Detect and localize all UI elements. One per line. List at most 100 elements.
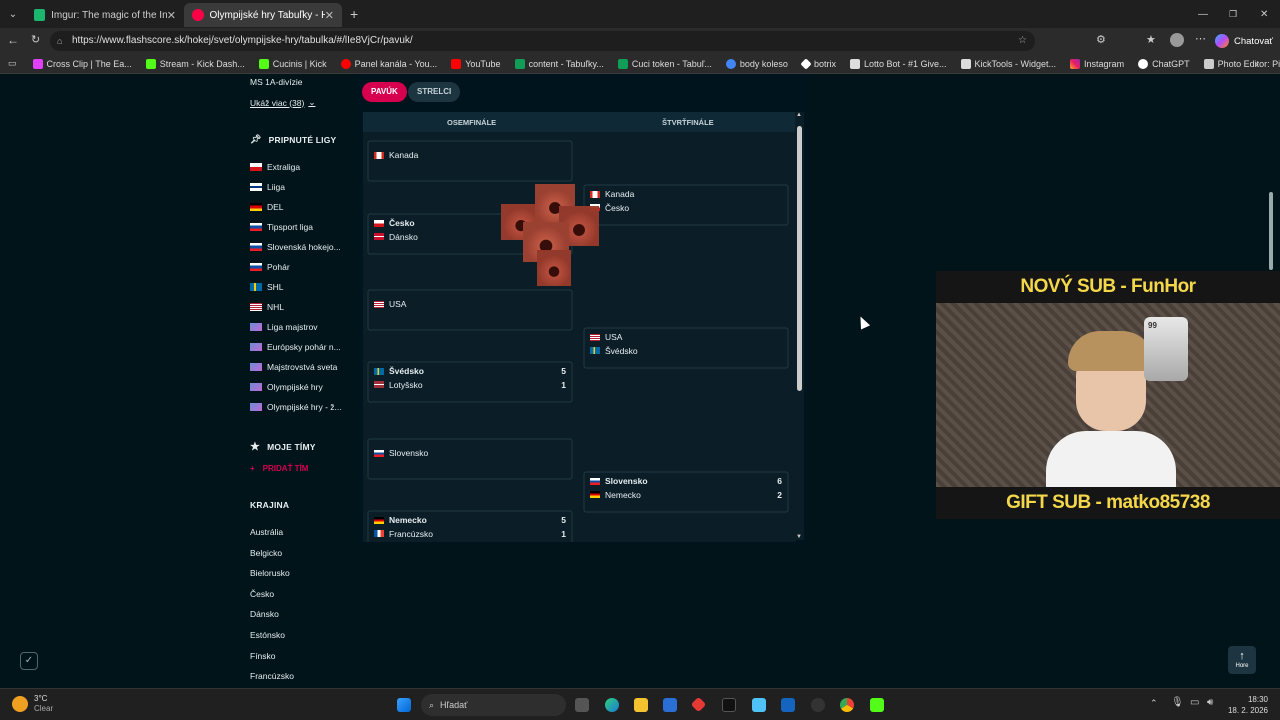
network-icon[interactable]: ▭ (1190, 697, 1199, 708)
new-tab-icon[interactable]: + (350, 6, 358, 22)
sidebar-item-league[interactable]: Olympijské hry - ž... (250, 402, 342, 412)
microphone-icon[interactable]: 🎙︎ (1171, 697, 1184, 708)
youtube-icon (340, 58, 351, 69)
back-to-top-button[interactable]: ↑ Hore (1228, 646, 1256, 674)
sidebar-item-league[interactable]: SHL (250, 282, 284, 292)
bookmark-item[interactable]: Instagram (1070, 58, 1124, 69)
url-field[interactable]: ⌂ https://www.flashscore.sk/hokej/svet/o… (50, 31, 1035, 51)
sidebar-item-league[interactable]: Liiga (250, 182, 285, 192)
bookmark-item[interactable]: YouTube (451, 58, 501, 69)
close-tab-icon[interactable]: ✕ (325, 9, 334, 22)
reload-icon[interactable]: ↻ (31, 33, 40, 46)
scroll-up-icon[interactable]: ▲ (796, 112, 802, 118)
sidebar-item-league[interactable]: DEL (250, 202, 284, 212)
bookmark-item[interactable]: ChatGPT (1138, 58, 1190, 69)
bracket-match[interactable]: USA Švédsko (584, 328, 788, 368)
taskbar-search[interactable]: ⌕ Hľadať (421, 694, 566, 716)
show-more-link[interactable]: Ukáž viac (38) ⌄ (250, 97, 315, 108)
bracket-match[interactable]: Slovensko (368, 439, 572, 479)
clock[interactable]: 18:30 18. 2. 2026 (1222, 694, 1268, 716)
tab-scorers[interactable]: STRELCI (408, 82, 461, 102)
team-score: 5 (561, 515, 566, 525)
sidebar-item-league[interactable]: Európsky pohár n... (250, 342, 341, 352)
extensions-icon[interactable]: ⚙ (1096, 33, 1106, 46)
bracket-match[interactable]: Švédsko 5 Lotyšsko 1 (368, 362, 572, 402)
sidebar-item-ms1a[interactable]: MS 1A-divízie (250, 77, 302, 87)
sidebar-item-country[interactable]: Česko (250, 589, 274, 599)
scroll-down-icon[interactable]: ▼ (796, 534, 802, 540)
bracket-match[interactable]: USA (368, 290, 572, 330)
file-explorer-icon[interactable] (634, 698, 648, 712)
sidebar-item-league[interactable]: NHL (250, 302, 284, 312)
sidebar-item-country[interactable]: Francúzsko (250, 671, 294, 681)
sidebar-item-country[interactable]: Belgicko (250, 548, 282, 558)
bookmark-item[interactable]: Panel kanála - You... (340, 58, 437, 69)
tiktok-icon[interactable] (722, 698, 736, 712)
bookmark-item[interactable]: Cross Clip | The Ea... (32, 58, 132, 69)
sidebar-item-country[interactable]: Dánsko (250, 609, 279, 619)
bracket-match[interactable]: Nemecko 5 Francúzsko 1 (368, 511, 572, 542)
reading-list-icon[interactable]: ▭ (8, 58, 17, 69)
eu-flag-icon (250, 363, 262, 371)
bookmark-item[interactable]: Stream - Kick Dash... (145, 58, 245, 69)
sidebar-item-league[interactable]: Majstrovstvá sveta (250, 362, 337, 372)
sidebar-item-country[interactable]: Estónsko (250, 630, 285, 640)
sidebar-item-country[interactable]: Austrália (250, 527, 283, 537)
restore-icon[interactable]: ❐ (1229, 9, 1237, 20)
bookmark-item[interactable]: Photo Editor: Pixlr... (1203, 58, 1280, 69)
meme-image-overlay (501, 184, 599, 286)
edge-icon[interactable] (605, 698, 619, 712)
more-icon[interactable]: ⋯ (1195, 32, 1206, 45)
obs-icon[interactable] (811, 698, 825, 712)
app-red-icon[interactable] (690, 696, 707, 713)
notepad-icon[interactable] (752, 698, 766, 712)
sidebar-item-league[interactable]: Extraliga (250, 162, 300, 172)
bookmark-item[interactable]: KickTools - Widget... (960, 58, 1056, 69)
store-icon[interactable] (663, 698, 677, 712)
sidebar-item-league[interactable]: Tipsport liga (250, 222, 313, 232)
bookmark-item[interactable]: Cucinis | Kick (258, 58, 327, 69)
close-tab-icon[interactable]: ✕ (167, 9, 176, 22)
bookmarks-overflow-icon[interactable]: › (1255, 59, 1258, 69)
sidebar-item-country[interactable]: Bielorusko (250, 568, 290, 578)
volume-icon[interactable]: 🔊︎ (1207, 697, 1213, 708)
sidebar-item-league[interactable]: Pohár (250, 262, 290, 272)
bracket-match[interactable]: Kanada Česko (584, 185, 788, 225)
favorites-icon[interactable]: ★ (1146, 33, 1156, 46)
copilot-button[interactable]: Chatovať (1215, 31, 1273, 51)
privacy-shield-icon[interactable]: ✓ (20, 652, 38, 670)
back-icon[interactable]: ← (7, 33, 19, 47)
minimize-icon[interactable]: — (1198, 9, 1208, 20)
bracket-match[interactable]: Slovensko 6 Nemecko 2 (584, 472, 788, 512)
task-view-icon[interactable] (575, 698, 589, 712)
tray-chevron-icon[interactable]: ⌃ (1150, 698, 1158, 709)
tab-bracket[interactable]: PAVÚK (362, 82, 407, 102)
tab-flashscore[interactable]: Olympijské hry Tabuľky - Hokej/S ✕ (184, 3, 342, 27)
scrollbar-thumb[interactable] (797, 126, 802, 391)
page-scrollbar-thumb[interactable] (1269, 192, 1273, 270)
sidebar-item-league[interactable]: Olympijské hry (250, 382, 323, 392)
sidebar-item-country[interactable]: Fínsko (250, 651, 276, 661)
chrome-icon[interactable] (840, 698, 854, 712)
page-scrollbar[interactable] (1268, 74, 1275, 688)
windows-start-icon[interactable] (397, 698, 411, 712)
bracket-match[interactable]: Kanada (368, 141, 572, 181)
site-info-icon[interactable]: ⌂ (57, 31, 62, 51)
tab-imgur[interactable]: Imgur: The magic of the Internet ✕ (26, 3, 184, 27)
app-blue-icon[interactable] (781, 698, 795, 712)
sidebar-item-league[interactable]: Liga majstrov (250, 322, 318, 332)
bracket-scrollbar[interactable]: ▲ ▼ (795, 112, 804, 540)
sidebar-item-league[interactable]: Slovenská hokejo... (250, 242, 341, 252)
tab-list-chevron-icon[interactable]: ⌄ (0, 9, 26, 20)
add-team-button[interactable]: + PRIDAŤ TÍM (250, 464, 308, 473)
profile-avatar[interactable] (1170, 33, 1184, 47)
kick-app-icon[interactable] (870, 698, 884, 712)
bookmark-item[interactable]: Cuci token - Tabuľ... (617, 58, 712, 69)
close-window-icon[interactable]: ✕ (1260, 9, 1268, 20)
favorite-star-icon[interactable]: ☆ (1018, 31, 1027, 51)
bookmark-item[interactable]: botrix (800, 57, 836, 70)
bookmark-item[interactable]: Lotto Bot - #1 Give... (849, 58, 947, 69)
weather-widget[interactable]: 3°C Clear (12, 694, 53, 714)
bookmark-item[interactable]: body koleso (725, 58, 788, 69)
bookmark-item[interactable]: content - Tabuľky... (514, 58, 604, 69)
